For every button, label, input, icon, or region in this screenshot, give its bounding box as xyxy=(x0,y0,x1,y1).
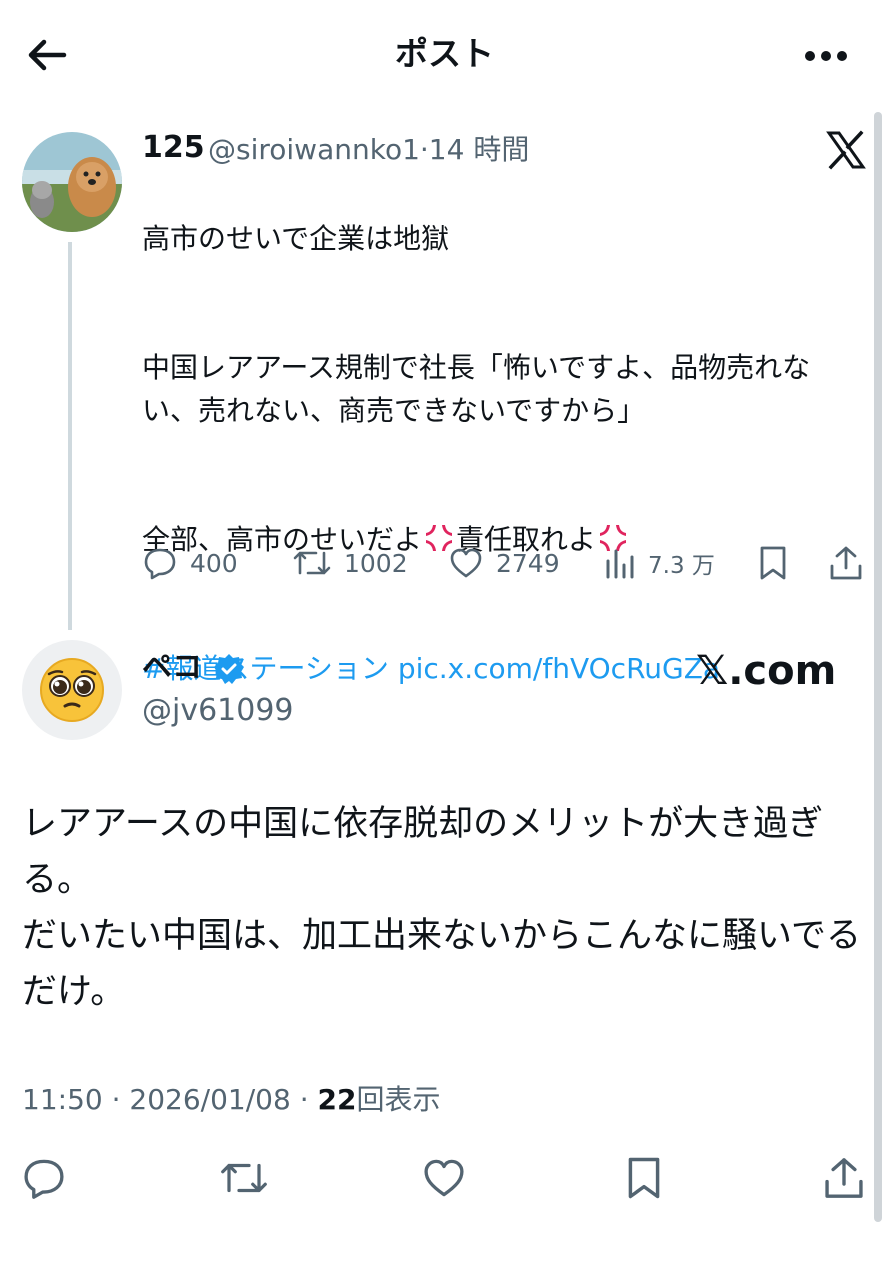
page-title: ポスト xyxy=(395,34,494,73)
author-handle[interactable]: @siroiwannko1 xyxy=(208,133,420,166)
repost-icon xyxy=(293,551,331,575)
views-label: 回表示 xyxy=(356,1083,441,1116)
tweet-text: レアアースの中国に依存脱却のメリットが大き過ぎる。 だいたい中国は、加工出来ない… xyxy=(22,796,872,1020)
verified-badge-icon xyxy=(214,654,244,684)
post-meta: 11:50 · 2026/01/08 · 22回表示 xyxy=(22,1080,441,1120)
meta-separator: · xyxy=(419,133,429,166)
tweet-line: レアアースの中国に依存脱却のメリットが大き過ぎる。 xyxy=(22,804,824,900)
author-name[interactable]: 125 xyxy=(142,128,205,168)
share-icon xyxy=(825,1158,863,1198)
bookmark-button[interactable] xyxy=(756,538,802,588)
bookmark-icon xyxy=(760,546,786,580)
x-brand xyxy=(826,130,866,170)
x-logo-icon xyxy=(826,130,866,170)
share-button[interactable] xyxy=(828,538,876,588)
like-button[interactable]: 2749 xyxy=(448,538,560,588)
tweet-line: 高市のせいで企業は地獄 xyxy=(142,222,450,255)
author-name[interactable]: ペコ xyxy=(142,648,202,688)
bookmark-button[interactable] xyxy=(616,1150,672,1206)
reply-button[interactable] xyxy=(16,1150,72,1206)
thread-line xyxy=(68,242,72,630)
bookmark-icon xyxy=(628,1157,660,1199)
heart-icon xyxy=(424,1159,464,1197)
heart-icon xyxy=(450,548,482,578)
avatar[interactable] xyxy=(22,132,122,232)
reply-button[interactable]: 400 xyxy=(142,538,238,588)
top-bar: ポスト xyxy=(0,0,889,110)
repost-count: 1002 xyxy=(344,548,408,578)
verified-badge xyxy=(212,652,246,686)
repost-icon xyxy=(221,1163,267,1193)
tweet-line: だいたい中国は、加工出来ないからこんなに騒いでるだけ。 xyxy=(22,916,861,1012)
more-button[interactable] xyxy=(800,36,852,76)
reply-icon xyxy=(24,1159,64,1199)
pleading-face-icon xyxy=(40,658,104,722)
views-button[interactable]: 7.3 万 xyxy=(604,538,715,588)
views-count: 22 xyxy=(317,1083,357,1116)
share-icon xyxy=(830,546,862,580)
author-handle[interactable]: @jv61099 xyxy=(142,690,294,732)
media-link[interactable]: pic.x.com/fhVOcRuGZa xyxy=(398,652,720,685)
share-button[interactable] xyxy=(816,1150,872,1206)
post-date[interactable]: 2026/01/08 xyxy=(129,1083,290,1116)
bar-chart-icon xyxy=(606,549,634,579)
scrollbar[interactable] xyxy=(874,112,882,1222)
repost-button[interactable]: 1002 xyxy=(292,538,408,588)
like-button[interactable] xyxy=(416,1150,472,1206)
meta-separator: · xyxy=(111,1083,121,1116)
author-meta: @siroiwannko1·14 時間 xyxy=(208,130,529,170)
meta-separator: · xyxy=(299,1083,309,1116)
repost-button[interactable] xyxy=(216,1150,272,1206)
tweet-paragraph: 中国レアアース規制で社長「怖いですよ、品物売れない、売れない、商売できないですか… xyxy=(142,351,811,427)
post-time[interactable]: 14 時間 xyxy=(429,133,530,166)
reply-count: 400 xyxy=(190,548,238,578)
view-count: 7.3 万 xyxy=(648,553,715,579)
post-time[interactable]: 11:50 xyxy=(22,1083,103,1116)
action-bar: 400 1002 2749 7.3 万 xyxy=(142,538,868,588)
dog-avatar-image xyxy=(22,132,122,232)
like-count: 2749 xyxy=(496,548,560,578)
action-bar xyxy=(0,1150,889,1210)
x-com-brand: 𝕏.com xyxy=(696,648,837,694)
avatar[interactable] xyxy=(22,640,122,740)
more-dots-icon xyxy=(805,51,847,61)
reply-icon xyxy=(144,548,176,580)
